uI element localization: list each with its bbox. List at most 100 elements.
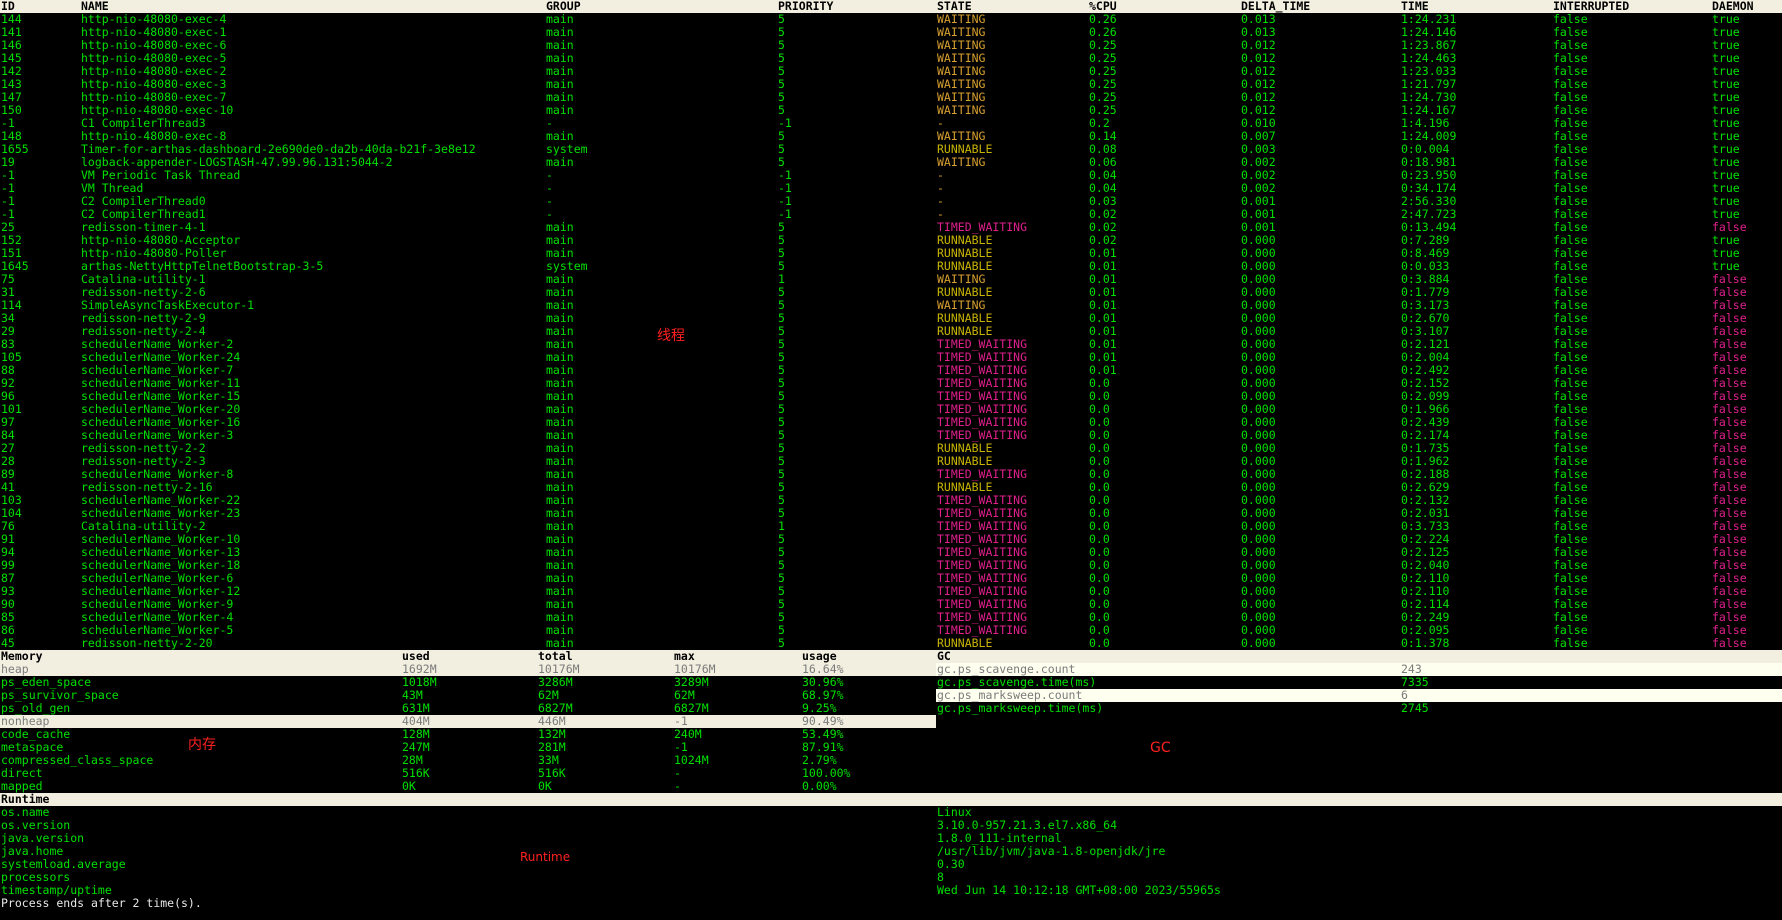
memory-cell: 16.64% bbox=[802, 663, 844, 676]
thread-cell: schedulerName_Worker-6 bbox=[81, 572, 234, 585]
thread-cell: 90 bbox=[1, 598, 15, 611]
thread-cell: 88 bbox=[1, 364, 15, 377]
thread-cell: true bbox=[1712, 208, 1740, 221]
thread-cell: 143 bbox=[1, 78, 22, 91]
thread-cell: false bbox=[1712, 455, 1747, 468]
memory-cell: 33M bbox=[538, 754, 559, 767]
thread-cell: false bbox=[1553, 325, 1588, 338]
memory-cell: 6827M bbox=[538, 702, 573, 715]
memory-cell: 53.49% bbox=[802, 728, 844, 741]
thread-cell: http-nio-48080-exec-5 bbox=[81, 52, 227, 65]
thread-cell: RUNNABLE bbox=[937, 286, 993, 299]
thread-cell: RUNNABLE bbox=[937, 455, 993, 468]
thread-row: 145 http-nio-48080-exec-5 main 5 WAITING 0.25… bbox=[0, 52, 1782, 65]
thread-cell: 0.012 bbox=[1241, 78, 1276, 91]
thread-cell: false bbox=[1553, 546, 1588, 559]
thread-cell: 5 bbox=[778, 403, 785, 416]
thread-cell: true bbox=[1712, 91, 1740, 104]
thread-cell: 0:2.099 bbox=[1401, 390, 1450, 403]
memory-row: ps_survivor_space 43M 62M 62M 68.97% bbox=[0, 689, 936, 702]
thread-cell: 0.25 bbox=[1089, 39, 1117, 52]
thread-cell: main bbox=[546, 221, 574, 234]
thread-row: 85 schedulerName_Worker-4 main 5 TIMED_WAITI… bbox=[0, 611, 1782, 624]
thread-cell: 0.000 bbox=[1241, 494, 1276, 507]
memory-row: nonheap 404M 446M -1 90.49% bbox=[0, 715, 936, 728]
thread-cell: 0.000 bbox=[1241, 312, 1276, 325]
thread-cell: main bbox=[546, 572, 574, 585]
thread-cell: false bbox=[1712, 559, 1747, 572]
thread-cell: TIMED_WAITING bbox=[937, 585, 1028, 598]
thread-cell: false bbox=[1712, 325, 1747, 338]
thread-cell: schedulerName_Worker-12 bbox=[81, 585, 241, 598]
thread-cell: 141 bbox=[1, 26, 22, 39]
thread-cell: 150 bbox=[1, 104, 22, 117]
thread-cell: 0:2.004 bbox=[1401, 351, 1450, 364]
thread-cell: 5 bbox=[778, 221, 785, 234]
thread-cell: -1 bbox=[1, 208, 15, 221]
thread-cell: 0.000 bbox=[1241, 481, 1276, 494]
thread-cell: true bbox=[1712, 13, 1740, 26]
thread-cell: 1655 bbox=[1, 143, 29, 156]
thread-cell: 0.26 bbox=[1089, 26, 1117, 39]
thread-cell: 0.000 bbox=[1241, 234, 1276, 247]
thread-cell: 0.0 bbox=[1089, 390, 1110, 403]
thread-cell: 86 bbox=[1, 624, 15, 637]
memory-cell: heap bbox=[1, 663, 29, 676]
thread-cell: http-nio-48080-exec-4 bbox=[81, 13, 227, 26]
runtime-value: /usr/lib/jvm/java-1.8-openjdk/jre bbox=[937, 845, 1166, 858]
thread-cell: TIMED_WAITING bbox=[937, 416, 1028, 429]
thread-cell: false bbox=[1553, 377, 1588, 390]
thread-cell: 0:1.378 bbox=[1401, 637, 1450, 650]
thread-cell: schedulerName_Worker-4 bbox=[81, 611, 234, 624]
thread-cell: WAITING bbox=[937, 299, 986, 312]
thread-cell: false bbox=[1553, 117, 1588, 130]
thread-column-header: TIME bbox=[1401, 0, 1429, 13]
thread-cell: main bbox=[546, 78, 574, 91]
thread-cell: WAITING bbox=[937, 273, 986, 286]
runtime-value: 8 bbox=[937, 871, 944, 884]
thread-cell: TIMED_WAITING bbox=[937, 559, 1028, 572]
memory-cell: 240M bbox=[674, 728, 702, 741]
thread-cell: 5 bbox=[778, 13, 785, 26]
thread-cell: false bbox=[1553, 234, 1588, 247]
thread-cell: 0.000 bbox=[1241, 351, 1276, 364]
thread-cell: C1 CompilerThread3 bbox=[81, 117, 206, 130]
thread-row: 75 Catalina-utility-1 main 1 WAITING 0.01 0.00… bbox=[0, 273, 1782, 286]
thread-cell: http-nio-48080-Acceptor bbox=[81, 234, 241, 247]
thread-cell: 0:2.439 bbox=[1401, 416, 1450, 429]
thread-cell: 0:3.107 bbox=[1401, 325, 1450, 338]
thread-cell: 0.01 bbox=[1089, 351, 1117, 364]
thread-cell: 151 bbox=[1, 247, 22, 260]
thread-cell: 0.000 bbox=[1241, 507, 1276, 520]
thread-cell: TIMED_WAITING bbox=[937, 468, 1028, 481]
thread-cell: SimpleAsyncTaskExecutor-1 bbox=[81, 299, 255, 312]
thread-cell: 0:7.289 bbox=[1401, 234, 1450, 247]
thread-cell: 0.0 bbox=[1089, 533, 1110, 546]
thread-cell: true bbox=[1712, 169, 1740, 182]
thread-cell: WAITING bbox=[937, 78, 986, 91]
thread-row: 34 redisson-netty-2-9 main 5 RUNNABLE 0.01 0.0… bbox=[0, 312, 1782, 325]
thread-cell: 5 bbox=[778, 546, 785, 559]
thread-cell: RUNNABLE bbox=[937, 234, 993, 247]
thread-cell: false bbox=[1553, 338, 1588, 351]
thread-cell: false bbox=[1712, 273, 1747, 286]
thread-cell: main bbox=[546, 13, 574, 26]
thread-cell: 144 bbox=[1, 13, 22, 26]
gc-row: gc.ps_marksweep.count 6 bbox=[936, 689, 1782, 702]
thread-cell: -1 bbox=[778, 117, 792, 130]
thread-cell: 0.0 bbox=[1089, 624, 1110, 637]
thread-cell: 0.000 bbox=[1241, 299, 1276, 312]
thread-cell: false bbox=[1553, 364, 1588, 377]
thread-cell: 5 bbox=[778, 624, 785, 637]
runtime-key: java.version bbox=[1, 832, 85, 845]
thread-cell: TIMED_WAITING bbox=[937, 429, 1028, 442]
thread-row: 84 schedulerName_Worker-3 main 5 TIMED_WAITI… bbox=[0, 429, 1782, 442]
thread-cell: 0.000 bbox=[1241, 273, 1276, 286]
runtime-key: systemload.average bbox=[1, 858, 126, 871]
thread-cell: http-nio-48080-exec-3 bbox=[81, 78, 227, 91]
thread-cell: true bbox=[1712, 117, 1740, 130]
thread-cell: true bbox=[1712, 65, 1740, 78]
memory-row: ps_eden_space 1018M 3286M 3289M 30.96% bbox=[0, 676, 936, 689]
thread-cell: 1:4.196 bbox=[1401, 117, 1450, 130]
thread-cell: 34 bbox=[1, 312, 15, 325]
